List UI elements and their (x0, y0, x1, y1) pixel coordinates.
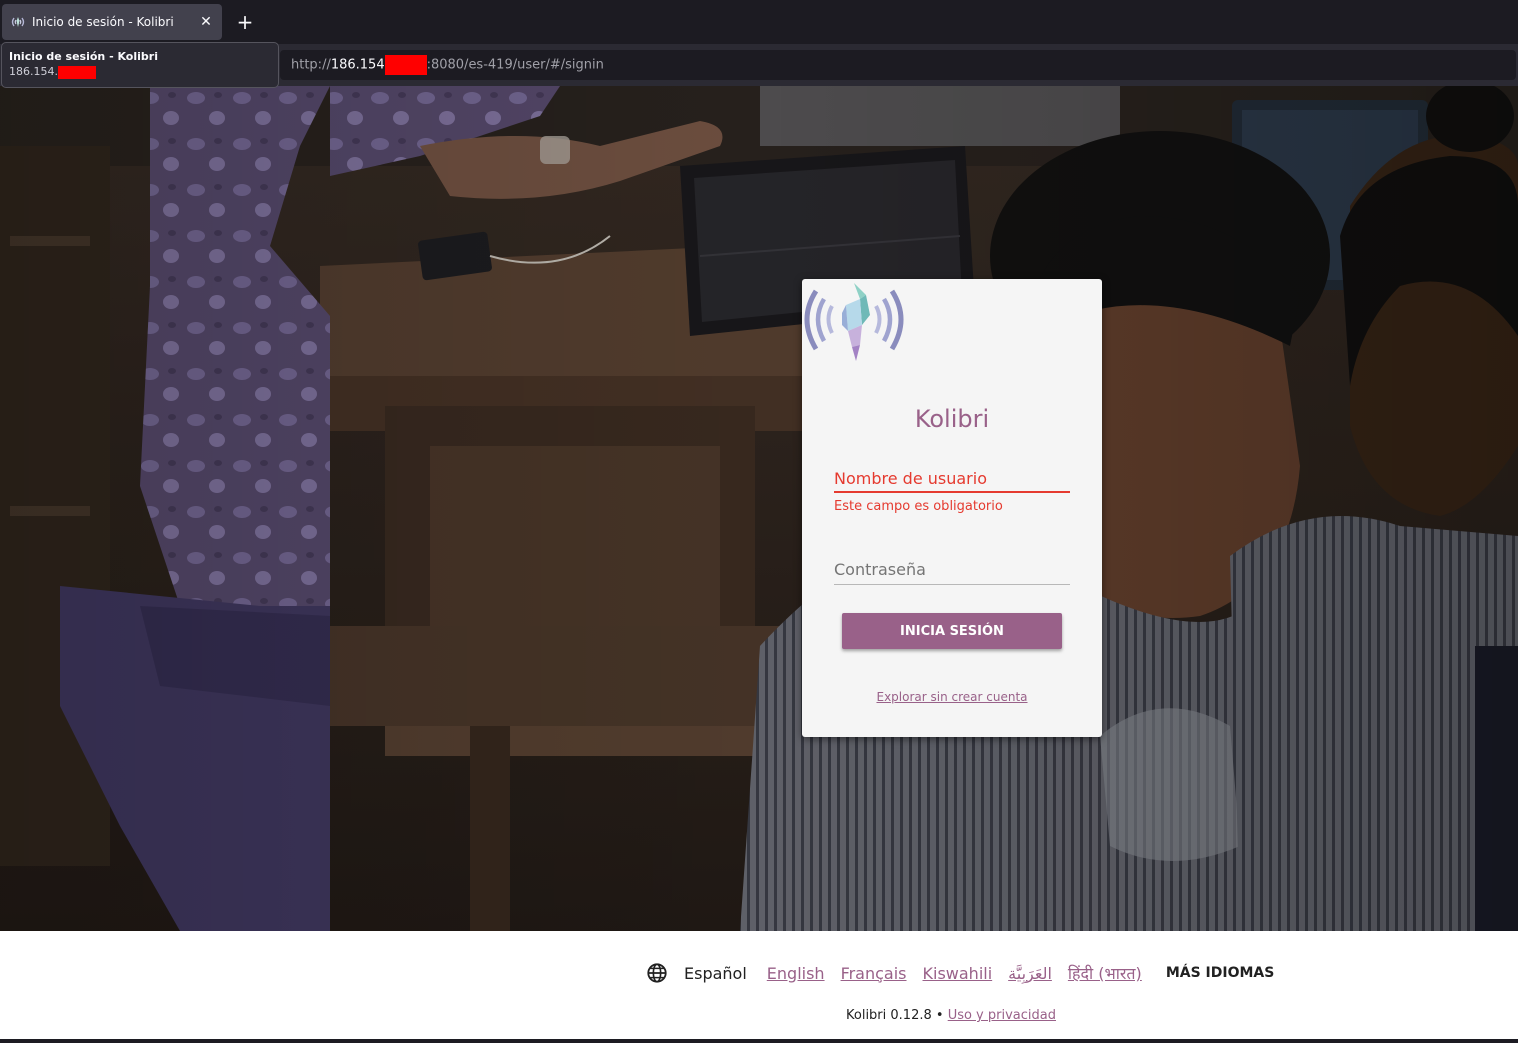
kolibri-logo-icon (804, 283, 904, 361)
app-name: Kolibri (914, 405, 990, 433)
new-tab-button[interactable]: + (232, 9, 258, 35)
window-bottom-edge (0, 1039, 1518, 1043)
tab-tooltip: Inicio de sesión - Kolibri 186.154. (1, 42, 279, 88)
tab-bar: Inicio de sesión - Kolibri ✕ + (0, 0, 1518, 44)
more-languages-button[interactable]: MÁS IDIOMAS (1166, 965, 1275, 981)
tooltip-url-text: 186.154. (9, 65, 58, 78)
tab-title: Inicio de sesión - Kolibri (32, 15, 174, 29)
tooltip-title: Inicio de sesión - Kolibri (9, 50, 158, 63)
language-switcher: Español English Français Kiswahili العَر… (646, 961, 1274, 985)
address-url: http://186.154 :8080/es-419/user/#/signin (291, 55, 604, 75)
username-error-message: Este campo es obligatorio (834, 499, 1003, 514)
browser-tab[interactable]: Inicio de sesión - Kolibri ✕ (2, 4, 222, 40)
background-photo: Kolibri Nombre de usuario Este campo es … (0, 86, 1518, 931)
url-path: :8080/es-419/user/#/signin (426, 57, 604, 73)
username-field[interactable]: Nombre de usuario Este campo es obligato… (834, 469, 1070, 514)
privacy-link[interactable]: Uso y privacidad (948, 1008, 1056, 1023)
current-language: Español (684, 963, 747, 983)
username-underline (834, 491, 1070, 493)
close-tab-icon[interactable]: ✕ (198, 14, 214, 30)
signin-button[interactable]: INICIA SESIÓN (842, 613, 1062, 649)
password-label: Contraseña (834, 560, 926, 579)
language-link-english[interactable]: English (767, 964, 825, 983)
kolibri-signin-page: Kolibri Nombre de usuario Este campo es … (0, 86, 1518, 1043)
footer: Español English Français Kiswahili العَر… (0, 931, 1518, 1043)
url-scheme: http:// (291, 57, 331, 73)
address-bar[interactable]: http://186.154 :8080/es-419/user/#/signin (280, 50, 1516, 80)
password-field[interactable]: Contraseña (834, 560, 1070, 585)
language-link-arabic[interactable]: العَرَبِيَّة (1008, 964, 1052, 983)
username-label: Nombre de usuario (834, 469, 987, 488)
classroom-photo (0, 86, 1518, 931)
language-link-french[interactable]: Français (841, 964, 907, 983)
login-card: Kolibri Nombre de usuario Este campo es … (802, 279, 1102, 737)
redaction-mark (57, 65, 96, 79)
password-underline (834, 584, 1070, 585)
language-link-swahili[interactable]: Kiswahili (923, 964, 993, 983)
explore-without-account-link[interactable]: Explorar sin crear cuenta (802, 690, 1102, 704)
version-info: Kolibri 0.12.8 • Uso y privacidad (0, 1008, 1518, 1023)
version-text: Kolibri 0.12.8 • (846, 1008, 944, 1023)
kolibri-favicon-icon (10, 14, 26, 30)
redaction-mark (384, 55, 427, 75)
url-host: 186.154 (330, 57, 385, 73)
globe-icon (647, 963, 667, 983)
tooltip-url: 186.154. (9, 65, 271, 79)
language-link-hindi[interactable]: हिंदी (भारत) (1068, 962, 1142, 984)
